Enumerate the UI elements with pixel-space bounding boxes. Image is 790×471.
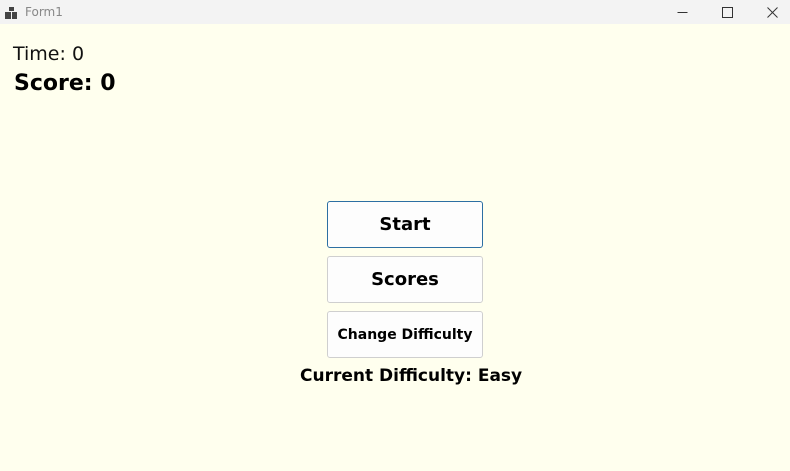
- scores-button[interactable]: Scores: [327, 256, 483, 303]
- time-label: Time: 0: [13, 43, 85, 65]
- app-window-icon: [5, 5, 18, 19]
- start-button[interactable]: Start: [327, 201, 483, 248]
- close-icon: [766, 3, 778, 22]
- minimize-button[interactable]: [660, 0, 704, 24]
- maximize-button[interactable]: [705, 0, 749, 24]
- score-label: Score: 0: [14, 71, 116, 96]
- change-difficulty-button[interactable]: Change Difficulty: [327, 311, 483, 358]
- title-bar[interactable]: Form1: [0, 0, 790, 24]
- app-window: Form1 Time: 0 Score: 0 Start Scores Chan…: [0, 0, 790, 471]
- form-client-area: Time: 0 Score: 0 Start Scores Change Dif…: [0, 24, 790, 471]
- close-button[interactable]: [750, 0, 790, 24]
- minimize-icon: [677, 3, 688, 22]
- maximize-icon: [721, 3, 733, 22]
- window-title: Form1: [25, 5, 63, 19]
- current-difficulty-label: Current Difficulty: Easy: [300, 366, 523, 386]
